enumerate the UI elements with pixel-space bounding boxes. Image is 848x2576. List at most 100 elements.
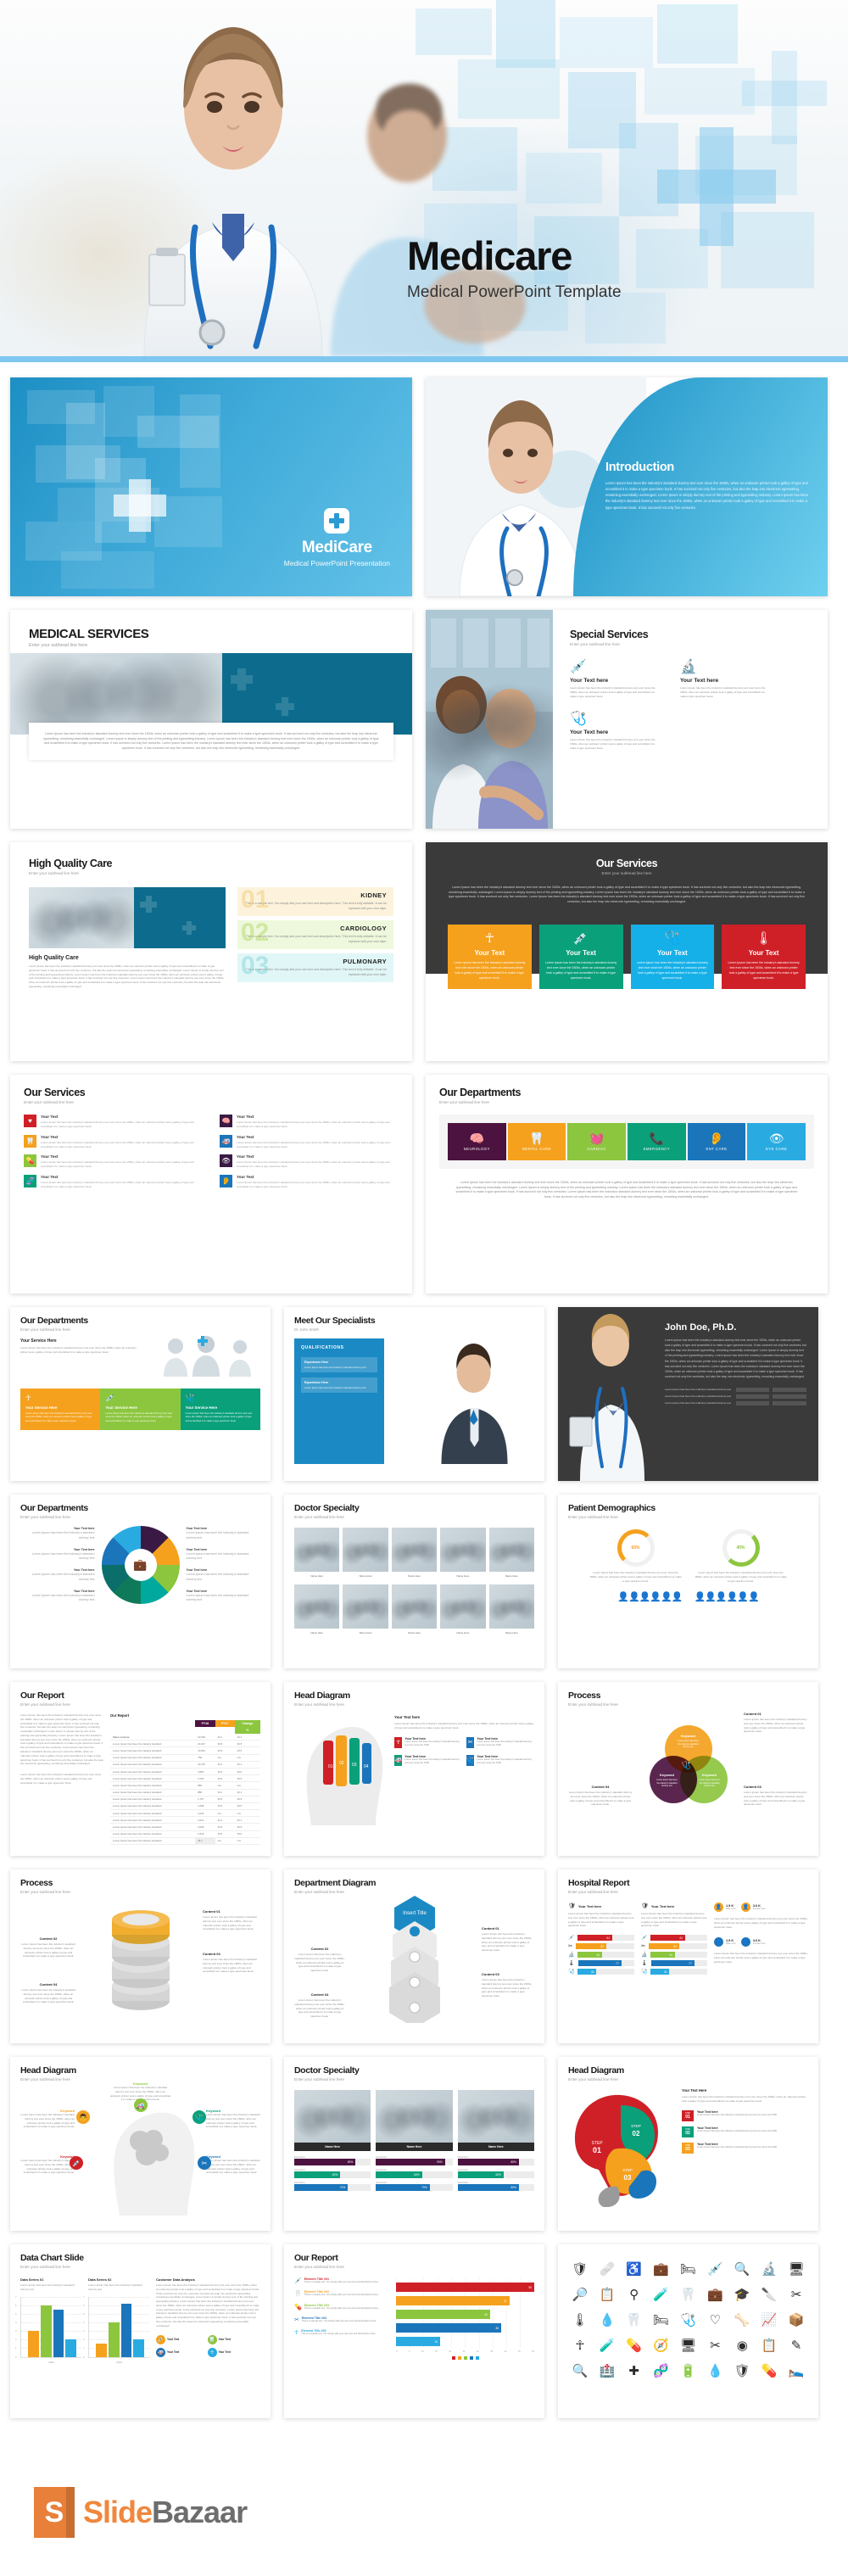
slide-john-doe[interactable]: John Doe, Ph.D. Lorem Ipsum has been the… bbox=[558, 1307, 818, 1481]
slide-introduction[interactable]: Introduction Lorem Ipsum has been the in… bbox=[426, 377, 828, 596]
dept-tile-neurology[interactable]: 🧠 NEUROLOGY bbox=[448, 1123, 506, 1160]
list-item: Your Text here Lorem Ipsum has been the … bbox=[25, 1568, 95, 1583]
slide-head-diagram-3[interactable]: Head Diagram Enter your subhead line her… bbox=[558, 2057, 818, 2231]
person-name: Name Here bbox=[505, 1631, 518, 1634]
slide-department-diagram[interactable]: Department Diagram Enter your subhead li… bbox=[284, 1869, 544, 2043]
dept-bar-green[interactable]: 💉 Your Service Here Lorem Ipsum has been… bbox=[100, 1388, 181, 1430]
hero-doctor-photo bbox=[143, 27, 323, 356]
list-item[interactable]: 🦷 Your Text Lorem Ipsum has been the ind… bbox=[24, 1134, 203, 1150]
clinicians-photo-figure bbox=[426, 610, 553, 829]
tile-label: EMERGENCY bbox=[643, 1147, 671, 1151]
slide-special-services[interactable]: Special Services Enter your subhead line… bbox=[426, 610, 828, 829]
tile-label: ENT CARE bbox=[706, 1147, 728, 1151]
slide-our-report-table[interactable]: Our Report Enter your subhead line here … bbox=[10, 1682, 271, 1856]
table-row: Lorem Ipsum has been the industry standa… bbox=[110, 1796, 260, 1803]
list-item[interactable]: STEP 02 Your Text here Lorem Ipsum has b… bbox=[682, 2126, 808, 2137]
avatar bbox=[457, 2090, 534, 2143]
slide-process-rings[interactable]: Process Enter your subhead line here Con… bbox=[10, 1869, 271, 2043]
list-item[interactable]: 💉 Element Title #01 This is a sample tex… bbox=[294, 2277, 389, 2284]
list-item[interactable]: 👂 Your Text Lorem Ipsum has been the ind… bbox=[220, 1174, 399, 1190]
bar-value: 90% bbox=[376, 2159, 445, 2165]
step-badge-01: STEP 01 bbox=[682, 2109, 694, 2121]
cell: Lorem Ipsum has been the industry standa… bbox=[110, 1774, 196, 1783]
item-text: Lorem Ipsum has been the industry's stan… bbox=[41, 1120, 194, 1129]
kidney-icon: ☥ bbox=[575, 2338, 585, 2353]
slide-doctor-specialty-2[interactable]: Doctor Specialty Enter your subhead line… bbox=[284, 2057, 544, 2231]
slide-gallery: MediCare Medical PowerPoint Presentation bbox=[0, 362, 848, 2449]
list-item[interactable]: 💊 Your Text Lorem Ipsum has been the ind… bbox=[24, 1154, 203, 1170]
list-item[interactable]: 🚑 Your Text here Lorem Ipsum has been th… bbox=[394, 1754, 462, 1766]
cover-tagline: Medical PowerPoint Presentation bbox=[283, 559, 390, 567]
item-text: Lorem Ipsum has been the industry's stan… bbox=[697, 2113, 778, 2116]
cover-brand: MediCare bbox=[301, 539, 372, 556]
slide-meet-our-specialists[interactable]: Meet Our Specialists Dr John Smith QUALI… bbox=[284, 1307, 544, 1481]
list-item[interactable]: ☥ Your Text here Lorem Ipsum has been th… bbox=[394, 1736, 462, 1748]
service-card-kidney[interactable]: ☥ Your Text Lorem Ipsum has been the ind… bbox=[448, 925, 532, 989]
list-item[interactable]: 🧬 Your Text Lorem Ipsum has been the ind… bbox=[24, 1174, 203, 1190]
dept-tile-cardiac[interactable]: 💓 CARDIAC bbox=[567, 1123, 627, 1160]
section-body: Lorem Ipsum has been the industry's stan… bbox=[394, 1722, 534, 1729]
service-card-stethoscope[interactable]: 🩺 Your Text Lorem Ipsum has been the ind… bbox=[630, 925, 715, 989]
list-item[interactable]: ✂ Element Title #04 This is a sample tex… bbox=[294, 2316, 389, 2323]
care-card-kidney[interactable]: 01 KIDNEY This is a sample text. You sim… bbox=[237, 887, 393, 916]
slide-our-services-list[interactable]: Our Services Enter your subhead line her… bbox=[10, 1075, 412, 1294]
slidebazaar-logo[interactable]: S SlideBazaar bbox=[34, 2487, 248, 2538]
slide-process-venn[interactable]: Process Enter your subhead line here Key… bbox=[558, 1682, 818, 1856]
slide-our-services-dark[interactable]: Our Services Enter your subhead line her… bbox=[426, 842, 828, 1061]
syringe-icon: 💉 bbox=[572, 931, 589, 946]
service-card-syringe[interactable]: 💉 Your Text Lorem Ipsum has been the ind… bbox=[538, 925, 623, 989]
slide-head-diagram-1[interactable]: Head Diagram Enter your subhead line her… bbox=[284, 1682, 544, 1856]
dept-tile-emergency[interactable]: 📞 EMERGENCY bbox=[628, 1123, 686, 1160]
list-item[interactable]: ☥ Element Title #05 This is a sample tex… bbox=[294, 2329, 389, 2336]
bar-value: 60% bbox=[294, 2171, 341, 2178]
list-item[interactable]: 🚑 Your Text Lorem Ipsum has been the ind… bbox=[220, 1134, 399, 1150]
slide-doctor-specialty-1[interactable]: Doctor Specialty Enter your subhead line… bbox=[284, 1495, 544, 1668]
stat-male: 👤 1.9 K Male User bbox=[714, 1903, 736, 1912]
hqc-body: High Quality Care Lorem Ipsum has been t… bbox=[10, 879, 412, 989]
cell: Lorem Ipsum has been the industry standa… bbox=[110, 1816, 196, 1824]
experience-row: Experience Here Lorem Ipsum has been the… bbox=[301, 1377, 377, 1393]
list-item[interactable]: ♥ Your Text Lorem Ipsum has been the ind… bbox=[24, 1115, 203, 1130]
slide-high-quality-care[interactable]: High Quality Care Enter your subhead lin… bbox=[10, 842, 412, 1061]
slide-our-departments-circle[interactable]: Our Departments Enter your subhead line … bbox=[10, 1495, 271, 1668]
slide-patient-demographics[interactable]: Patient Demographics Enter your subhead … bbox=[558, 1495, 818, 1668]
slide-cover[interactable]: MediCare Medical PowerPoint Presentation bbox=[10, 377, 412, 596]
chart-xaxis: 0 5 10 15 20 25 30 35 40 45 50 bbox=[396, 2350, 534, 2353]
people-icons-female: 👤👤👤👤👤👤 bbox=[694, 1592, 760, 1603]
service-card-thermometer[interactable]: 🌡 Your Text Lorem Ipsum has been the ind… bbox=[722, 925, 806, 989]
table-row: Lorem Ipsum has been the industry standa… bbox=[110, 1789, 260, 1796]
list-item[interactable]: STEP 03 Your Text here Lorem Ipsum has b… bbox=[682, 2142, 808, 2154]
item-body: Lorem Ipsum has been the industry's stan… bbox=[680, 686, 766, 698]
pill-icon: 💊 bbox=[294, 2304, 302, 2311]
slide-icon-sheet[interactable]: 🛡 🩹 ♿ 💼 🛏 💉 🔍 🔬 🖥 🔎 📋 ⚲ 🧪 🦷 💼 🎓 🔪 ✂ 🌡 💧 … bbox=[558, 2244, 818, 2418]
slide-data-chart[interactable]: Data Chart Slide Enter your subhead line… bbox=[10, 2244, 271, 2418]
slide-head-diagram-2[interactable]: Head Diagram Enter your subhead line her… bbox=[10, 2057, 271, 2231]
dna-icon: 🧬 bbox=[653, 2363, 669, 2378]
dept-tile-eye[interactable]: 👁 EYE CARE bbox=[747, 1123, 806, 1160]
content-text: Lorem Ipsum has been the industry's stan… bbox=[294, 1953, 345, 1973]
list-item[interactable]: 🩺 Your Text here Lorem Ipsum has been th… bbox=[466, 1754, 534, 1766]
slide-our-departments-tiles[interactable]: Our Departments Enter your subhead line … bbox=[426, 1075, 828, 1294]
dept-bar-orange[interactable]: ☥ Your Service Here Lorem Ipsum has been… bbox=[20, 1388, 101, 1430]
care-card-cardiology[interactable]: 02 CARDIOLOGY This is a sample text. You… bbox=[237, 919, 393, 949]
slide-subhead: Enter your subhead line here bbox=[568, 1702, 618, 1707]
list-item[interactable]: 👁 Your Text Lorem Ipsum has been the ind… bbox=[220, 1154, 399, 1170]
tick: 50 bbox=[532, 2350, 534, 2353]
slide-our-departments-bars[interactable]: Our Departments Enter your subhead line … bbox=[10, 1307, 271, 1481]
tooth-icon: 🦷 bbox=[24, 1134, 36, 1148]
list-item[interactable]: 💊 Element Title #03 This is a sample tex… bbox=[294, 2304, 389, 2311]
list-item[interactable]: STEP 01 Your Text here Lorem Ipsum has b… bbox=[682, 2109, 808, 2121]
list-item[interactable]: 🧠 Your Text Lorem Ipsum has been the ind… bbox=[220, 1115, 399, 1130]
medical-case-icon: 💼 bbox=[133, 1558, 148, 1571]
dept-tile-dental[interactable]: 🦷 DENTAL CARE bbox=[507, 1123, 566, 1160]
dept-bar-teal[interactable]: 🩺 Your Service Here Lorem Ipsum has been… bbox=[180, 1388, 260, 1430]
list-item[interactable]: 🦷 Element Title #02 This is a sample tex… bbox=[294, 2290, 389, 2297]
slide-hospital-report[interactable]: Hospital Report Enter your subhead line … bbox=[558, 1869, 818, 2043]
slide-our-report-bars[interactable]: Our Report Enter your subhead line here … bbox=[284, 2244, 544, 2418]
item-text: Lorem Ipsum has been the industry's stan… bbox=[186, 1551, 249, 1561]
care-card-pulmonary[interactable]: 03 PULMONARY This is a sample text. You … bbox=[237, 953, 393, 982]
dept-tile-ent[interactable]: 👂 ENT CARE bbox=[687, 1123, 746, 1160]
list-item[interactable]: ✂ Your Text here Lorem Ipsum has been th… bbox=[466, 1736, 534, 1748]
slide-medical-services[interactable]: MEDICAL SERVICES Enter your subhead line… bbox=[10, 610, 412, 829]
slide-title: Our Report bbox=[20, 1690, 64, 1701]
